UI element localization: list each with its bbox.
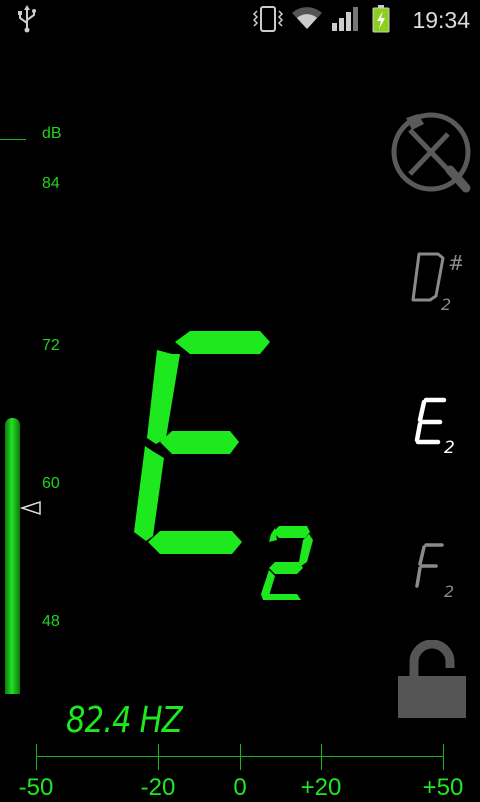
note-list-octave: 2 [444,438,455,458]
db-label-48: 48 [42,613,60,630]
cents-label-plus-50: +50 [422,774,464,801]
battery-charging-icon [372,5,390,33]
note-list-accidental: # [448,251,462,275]
db-label-84: 84 [42,175,60,192]
db-label-72: 72 [42,337,60,354]
status-bar: 19:34 [0,0,480,38]
cents-label-minus-20: -20 [140,774,176,801]
cents-label-minus-50: -50 [18,774,54,801]
note-list-item-e[interactable]: 2 [414,396,464,458]
cents-tick [36,744,37,770]
db-unit-label: dB [42,125,62,142]
note-list-item-d-sharp[interactable]: # 2 [410,250,462,312]
main-octave-display: 2 [261,526,313,600]
note-list-octave: 2 [444,582,454,601]
mic-off-button[interactable] [388,110,478,196]
clock-time: 19:34 [412,7,470,33]
frequency-readout: 82.4 HZ [66,700,183,741]
unlock-button[interactable] [396,640,468,720]
level-meter-bar [5,418,20,694]
usb-icon [18,5,36,33]
cents-label-plus-20: +20 [300,774,342,801]
db-scale-line [0,139,26,140]
cents-tick [321,744,322,770]
note-list-octave: 2 [441,295,451,312]
cents-tick [443,744,444,770]
vibrate-icon [252,6,284,32]
cents-label-zero: 0 [233,774,247,801]
wifi-icon [292,7,322,29]
note-list-item-f[interactable]: 2 [414,540,464,602]
signal-icon [332,7,358,31]
db-label-60: 60 [42,475,60,492]
cents-tick [158,744,159,770]
cents-tick [240,744,241,770]
level-marker-icon [20,500,41,516]
